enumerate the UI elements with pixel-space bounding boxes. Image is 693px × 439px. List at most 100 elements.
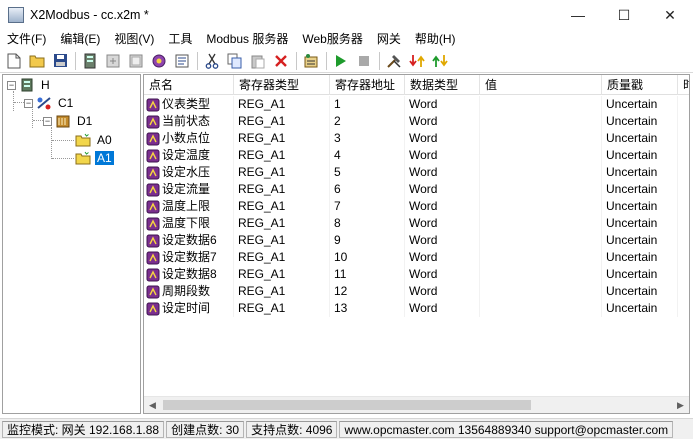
delete-button[interactable]	[271, 51, 291, 71]
horizontal-scrollbar[interactable]: ◀ ▶	[144, 396, 689, 413]
tag-name: 仪表类型	[162, 96, 211, 113]
project-tree[interactable]: − H − C1 − D1 A0 A1	[2, 74, 141, 414]
toolbar-separator	[296, 51, 297, 70]
table-row[interactable]: 设定数据7 REG_A1 10 Word Uncertain	[144, 249, 689, 266]
table-row[interactable]: 小数点位 REG_A1 3 Word Uncertain	[144, 130, 689, 147]
tree-node-group-a1[interactable]: A1	[75, 149, 114, 167]
scroll-left-button[interactable]: ◀	[144, 397, 161, 413]
cell-register-address: 8	[330, 215, 405, 232]
maximize-button[interactable]: ☐	[601, 0, 647, 30]
tag-icon	[146, 268, 160, 281]
add-tag-group-icon	[129, 54, 143, 67]
table-row[interactable]: 仪表类型 REG_A1 1 Word Uncertain	[144, 96, 689, 113]
table-row[interactable]: 设定时间 REG_A1 13 Word Uncertain	[144, 300, 689, 317]
tree-node-group-a0[interactable]: A0	[75, 131, 114, 149]
cell-value	[480, 283, 602, 300]
cell-register-type: REG_A1	[234, 300, 330, 317]
collapse-icon[interactable]: −	[7, 80, 16, 90]
column-header-data-type[interactable]: 数据类型	[405, 75, 480, 95]
column-header-quality[interactable]: 质量戳	[602, 75, 678, 95]
scrollbar-thumb[interactable]	[163, 400, 531, 410]
status-created-count: 创建点数: 30	[166, 420, 245, 438]
tag-icon	[146, 132, 160, 145]
table-row[interactable]: 当前状态 REG_A1 2 Word Uncertain	[144, 113, 689, 130]
scroll-left-icon: ◀	[149, 400, 156, 410]
menu-tools[interactable]: 工具	[161, 30, 199, 49]
tag-icon	[146, 166, 160, 179]
minimize-button[interactable]: —	[555, 0, 601, 30]
table-row[interactable]: 周期段数 REG_A1 12 Word Uncertain	[144, 283, 689, 300]
tree-node-channel[interactable]: − C1	[24, 94, 75, 112]
column-header-register-type[interactable]: 寄存器类型	[234, 75, 330, 95]
cell-register-address: 10	[330, 249, 405, 266]
menu-gateway[interactable]: 网关	[370, 30, 408, 49]
menu-edit[interactable]: 编辑(E)	[53, 30, 107, 49]
open-button[interactable]	[27, 51, 47, 71]
menu-file[interactable]: 文件(F)	[0, 30, 53, 49]
tree-node-root[interactable]: − H	[7, 76, 52, 94]
tree-label-selected: A1	[95, 151, 114, 165]
cell-quality: Uncertain	[602, 283, 678, 300]
copy-icon	[227, 53, 242, 68]
table-row[interactable]: 设定数据8 REG_A1 11 Word Uncertain	[144, 266, 689, 283]
column-header-value[interactable]: 值	[480, 75, 602, 95]
column-header-time[interactable]: 时	[678, 75, 689, 95]
server-button[interactable]	[80, 51, 100, 71]
menu-view[interactable]: 视图(V)	[107, 30, 161, 49]
table-row[interactable]: 设定温度 REG_A1 4 Word Uncertain	[144, 147, 689, 164]
cell-data-type: Word	[405, 232, 480, 249]
table-row[interactable]: 设定数据6 REG_A1 9 Word Uncertain	[144, 232, 689, 249]
new-file-button[interactable]	[4, 51, 24, 71]
cell-value	[480, 147, 602, 164]
cell-data-type: Word	[405, 249, 480, 266]
stop-button[interactable]	[354, 51, 374, 71]
menu-modbus-server[interactable]: Modbus 服务器	[199, 30, 295, 49]
save-button[interactable]	[50, 51, 70, 71]
add-tag-group-button[interactable]	[126, 51, 146, 71]
paste-button[interactable]	[248, 51, 268, 71]
toolbar	[0, 49, 693, 73]
column-header-register-address[interactable]: 寄存器地址	[330, 75, 405, 95]
toolbar-separator	[379, 51, 380, 70]
properties-icon	[175, 54, 189, 67]
tag-icon	[146, 98, 160, 111]
cut-button[interactable]	[202, 51, 222, 71]
cell-quality: Uncertain	[602, 249, 678, 266]
menu-help[interactable]: 帮助(H)	[408, 30, 463, 49]
tools-button[interactable]	[384, 51, 404, 71]
add-tag-button[interactable]	[149, 51, 169, 71]
scroll-right-button[interactable]: ▶	[672, 397, 689, 413]
import-button[interactable]	[407, 51, 427, 71]
monitor-button[interactable]	[301, 51, 321, 71]
export-button[interactable]	[430, 51, 450, 71]
table-row[interactable]: 温度下限 REG_A1 8 Word Uncertain	[144, 215, 689, 232]
collapse-icon[interactable]: −	[43, 116, 52, 126]
tree-node-device[interactable]: − D1	[43, 112, 94, 130]
table-row[interactable]: 设定流量 REG_A1 6 Word Uncertain	[144, 181, 689, 198]
cell-register-type: REG_A1	[234, 232, 330, 249]
add-device-button[interactable]	[103, 51, 123, 71]
table-row[interactable]: 温度上限 REG_A1 7 Word Uncertain	[144, 198, 689, 215]
tree-connector	[13, 91, 14, 111]
cell-register-address: 7	[330, 198, 405, 215]
cell-quality: Uncertain	[602, 147, 678, 164]
menu-web-server[interactable]: Web服务器	[295, 30, 369, 49]
toolbar-separator	[75, 51, 76, 70]
cell-data-type: Word	[405, 147, 480, 164]
cell-register-address: 6	[330, 181, 405, 198]
copy-button[interactable]	[225, 51, 245, 71]
save-icon	[53, 54, 67, 67]
app-logo-icon	[8, 7, 24, 23]
column-header-name[interactable]: 点名	[144, 75, 234, 95]
scroll-right-icon: ▶	[677, 400, 684, 410]
table-row[interactable]: 设定水压 REG_A1 5 Word Uncertain	[144, 164, 689, 181]
close-button[interactable]: ✕	[647, 0, 693, 30]
cell-value	[480, 249, 602, 266]
cell-register-address: 3	[330, 130, 405, 147]
run-button[interactable]	[331, 51, 351, 71]
cell-time	[678, 266, 689, 283]
properties-button[interactable]	[172, 51, 192, 71]
collapse-icon[interactable]: −	[24, 98, 33, 108]
cell-name: 设定数据8	[144, 266, 234, 283]
tag-list[interactable]: 点名 寄存器类型 寄存器地址 数据类型 值 质量戳 时 仪表类型REG_A11W…	[143, 74, 690, 414]
